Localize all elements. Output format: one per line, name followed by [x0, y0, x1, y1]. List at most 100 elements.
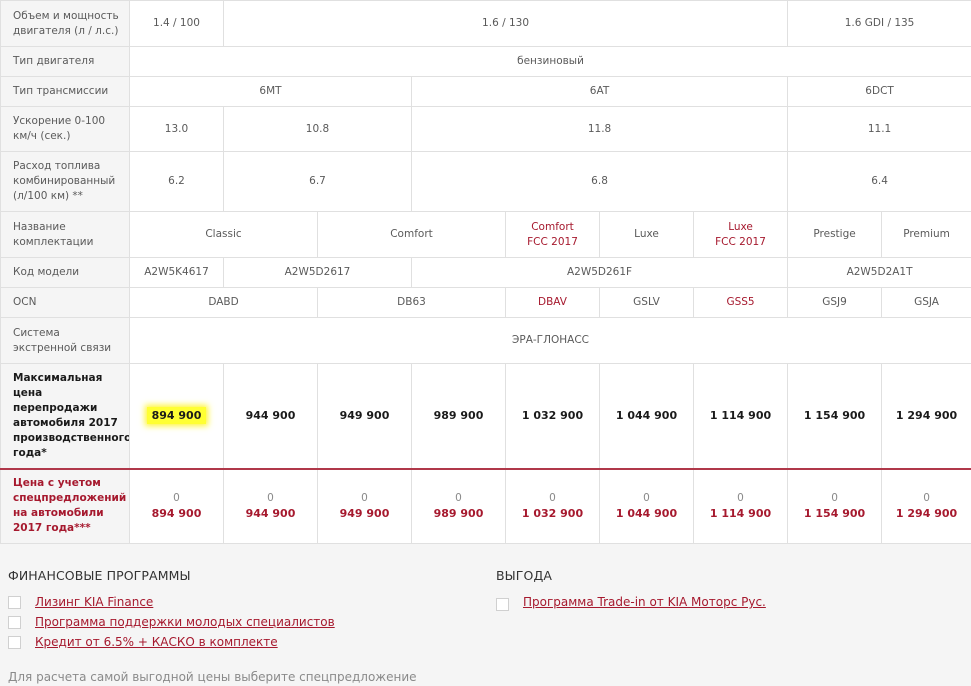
ocn-cell: DBAV — [505, 287, 600, 318]
special-price-cell: 0 1 044 900 — [599, 468, 694, 544]
special-discount: 0 — [549, 492, 556, 505]
special-discount: 0 — [737, 492, 744, 505]
finance-program-link[interactable]: Кредит от 6.5% + КАСКО в комплекте — [35, 634, 278, 650]
transmission-cell: 6AT — [410, 76, 789, 107]
trim-comfort: Comfort — [317, 211, 506, 258]
special-price-cell: 0 1 032 900 — [505, 468, 600, 544]
ocn-cell: DB63 — [317, 287, 506, 318]
model-code-cell: A2W5D2A1T — [787, 257, 971, 288]
row-engine-type: Тип двигателя бензиновый — [0, 46, 971, 77]
special-price: 989 900 — [433, 507, 484, 521]
model-code-cell: A2W5D2617 — [223, 257, 412, 288]
row-ocn: OCN DABD DB63 DBAV GSLV GSS5 GSJ9 GSJA — [0, 287, 971, 318]
finance-program-link[interactable]: Программа поддержки молодых специалистов — [35, 614, 335, 630]
fuel-cell: 6.2 — [129, 151, 224, 212]
special-discount: 0 — [643, 492, 650, 505]
trim-comfort-fcc-line2: FCC 2017 — [527, 235, 578, 248]
special-discount: 0 — [455, 492, 462, 505]
special-discount: 0 — [923, 492, 930, 505]
max-price-cell: 949 900 — [317, 363, 412, 470]
special-price-cell: 0 949 900 — [317, 468, 412, 544]
emergency-cell: ЭРА-ГЛОНАСС — [128, 317, 971, 364]
footer-note: Для расчета самой выгодной цены выберите… — [8, 670, 417, 684]
max-price: 1 294 900 — [895, 408, 958, 422]
spec-table-container: Объем и мощность двигателя (л / л.с.) 1.… — [0, 0, 971, 544]
max-price: 1 114 900 — [709, 408, 772, 422]
max-price-cell: 1 032 900 — [505, 363, 600, 470]
fuel-cell: 6.7 — [223, 151, 412, 212]
row-model-code: Код модели A2W5K4617 A2W5D2617 A2W5D261F… — [0, 257, 971, 288]
emergency-label: Система экстренной связи — [0, 317, 130, 364]
trim-comfort-fcc: Comfort FCC 2017 — [505, 211, 600, 258]
special-discount: 0 — [361, 492, 368, 505]
finance-programs-title: ФИНАНСОВЫЕ ПРОГРАММЫ — [8, 568, 191, 583]
engine-cell: 1.6 GDI / 135 — [787, 0, 971, 47]
acceleration-cell: 10.8 — [223, 106, 412, 152]
finance-program-link[interactable]: Лизинг KIA Finance — [35, 594, 153, 610]
max-price-cell: 989 900 — [411, 363, 506, 470]
max-price-cell: 1 114 900 — [692, 363, 789, 470]
special-price-cell: 0 894 900 — [129, 468, 224, 544]
special-price: 1 114 900 — [709, 507, 772, 521]
row-special-price: Цена с учетом спецпредложений на автомоб… — [0, 468, 971, 544]
row-emergency: Система экстренной связи ЭРА-ГЛОНАСС — [0, 317, 971, 364]
trim-luxe-fcc: Luxe FCC 2017 — [692, 211, 789, 258]
model-code-cell: A2W5D261F — [410, 257, 789, 288]
benefit-program-link[interactable]: Программа Trade-in от KIA Моторс Рус. — [523, 594, 766, 610]
trim-label: Название комплектации — [0, 211, 130, 258]
trim-prestige: Prestige — [787, 211, 883, 258]
transmission-cell: 6MT — [129, 76, 412, 107]
trim-luxe-fcc-line1: Luxe — [728, 220, 753, 233]
ocn-cell: GSS5 — [692, 287, 789, 318]
special-discount: 0 — [831, 492, 838, 505]
ocn-label: OCN — [0, 287, 130, 318]
model-code-label: Код модели — [0, 257, 130, 288]
model-code-cell: A2W5K4617 — [129, 257, 224, 288]
ocn-cell: GSJA — [881, 287, 971, 318]
special-price-cell: 0 989 900 — [411, 468, 506, 544]
engine-type-label: Тип двигателя — [0, 46, 130, 77]
transmission-label: Тип трансмиссии — [0, 76, 130, 107]
checkbox[interactable] — [8, 616, 21, 629]
max-price-cell: 1 154 900 — [787, 363, 883, 470]
acceleration-cell: 11.1 — [787, 106, 971, 152]
special-price: 894 900 — [151, 507, 202, 521]
ocn-cell: GSLV — [599, 287, 694, 318]
row-transmission: Тип трансмиссии 6MT 6AT 6DCT — [0, 76, 971, 107]
trim-luxe-fcc-line2: FCC 2017 — [715, 235, 766, 248]
trim-comfort-fcc-line1: Comfort — [531, 220, 574, 233]
max-price-cell: 894 900 — [129, 363, 224, 470]
row-acceleration: Ускорение 0-100 км/ч (сек.) 13.0 10.8 11… — [0, 106, 971, 152]
row-trim: Название комплектации Classic Comfort Co… — [0, 211, 971, 258]
max-price: 989 900 — [433, 408, 484, 422]
max-price-cell: 1 044 900 — [599, 363, 694, 470]
row-engine: Объем и мощность двигателя (л / л.с.) 1.… — [0, 0, 971, 47]
row-fuel: Расход топлива комбинированный (л/100 км… — [0, 151, 971, 212]
ocn-cell: GSJ9 — [787, 287, 883, 318]
trim-classic: Classic — [129, 211, 318, 258]
special-discount: 0 — [173, 492, 180, 505]
checkbox[interactable] — [496, 598, 509, 611]
fuel-cell: 6.8 — [410, 151, 789, 212]
special-price-cell: 0 1 114 900 — [692, 468, 789, 544]
checkbox[interactable] — [8, 636, 21, 649]
acceleration-label: Ускорение 0-100 км/ч (сек.) — [0, 106, 130, 152]
special-price: 949 900 — [339, 507, 390, 521]
engine-cell: 1.6 / 130 — [222, 0, 789, 47]
engine-label: Объем и мощность двигателя (л / л.с.) — [0, 0, 130, 47]
max-price: 949 900 — [339, 408, 390, 422]
max-price: 1 032 900 — [521, 408, 584, 422]
special-price-cell: 0 944 900 — [223, 468, 318, 544]
max-price-cell: 944 900 — [223, 363, 318, 470]
special-price: 1 044 900 — [615, 507, 678, 521]
special-price: 1 032 900 — [521, 507, 584, 521]
engine-cell: 1.4 / 100 — [129, 0, 224, 47]
special-price-cell: 0 1 294 900 — [881, 468, 971, 544]
max-price: 1 044 900 — [615, 408, 678, 422]
max-price-label: Максимальная цена перепродажи автомобиля… — [0, 363, 130, 470]
row-max-price: Максимальная цена перепродажи автомобиля… — [0, 363, 971, 470]
trim-luxe: Luxe — [599, 211, 694, 258]
checkbox[interactable] — [8, 596, 21, 609]
max-price-highlighted: 894 900 — [146, 406, 207, 424]
engine-type-cell: бензиновый — [128, 46, 971, 77]
